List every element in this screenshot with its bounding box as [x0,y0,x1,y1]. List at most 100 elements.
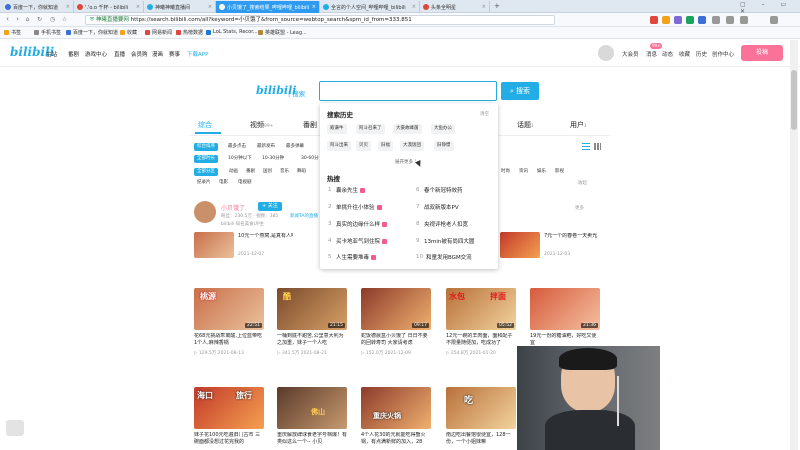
hot-search-item[interactable]: 4 买卡地亚气到住院 [328,237,388,245]
clear-history[interactable]: 清空 [480,111,489,117]
close-icon[interactable]: × [482,4,486,10]
avatar[interactable] [598,45,614,61]
video-thumbnail[interactable]: 海口 旅行 [194,387,264,429]
video-thumbnail[interactable]: 佛山 [277,387,347,429]
history-chip[interactable]: 殿谦牛 [327,124,347,134]
upload-button[interactable]: 投稿 [741,45,783,61]
hot-search-item[interactable]: 9 13min被有尚四大圆 [416,237,474,245]
hot-search-item[interactable]: 1 囊余先生 [328,186,366,194]
bookmark-item[interactable]: LoL Stats, Recor... [206,29,258,35]
zone-option[interactable]: 电影 [216,179,231,187]
history-chip[interactable]: 贝贝 [356,141,371,151]
tab-video[interactable]: 视频99+ [250,120,274,130]
video-thumbnail[interactable] [194,232,234,258]
zone-option[interactable]: 影视 [552,168,567,176]
zone-option[interactable]: 番剧 [243,168,258,176]
history-chip[interactable]: 阿斗出来 [327,141,351,151]
browser-tab[interactable]: 全言的个人空间_哔哩哔哩_bilibili × [320,1,420,13]
user-live-link[interactable]: 新闻TA的直播 [290,213,318,219]
sort-option[interactable]: 综合排序 [194,143,218,151]
zone-option[interactable]: 电视剧 [235,179,255,187]
zone-option[interactable]: 舞蹈 [294,168,309,176]
hot-search-item[interactable]: 5 人生需要堆毒 [328,253,377,261]
vip-link[interactable]: 大会员 [622,50,639,58]
nav-download-app[interactable]: 下载APP [187,50,208,58]
chevron-right-icon[interactable]: › [595,233,598,241]
bookmark-item[interactable]: 书签 [4,29,21,36]
search-input[interactable] [319,81,497,101]
browser-tab[interactable]: 神曦神曦直播间 × [144,1,216,13]
extension-icon[interactable] [650,16,658,24]
hot-search-item[interactable]: 8 央视评枪老人扣宽 [416,220,468,228]
address-bar[interactable]: ⛨ 神曦直播要网 https://search.bilibili.com/all… [85,15,555,25]
collapse-filters[interactable]: 收起 [578,180,587,186]
zone-option[interactable]: 动画 [226,168,241,176]
menu-icon[interactable] [740,16,748,24]
back-icon[interactable]: ‹ [3,15,12,24]
bookmark-item[interactable]: 收藏 [120,29,137,36]
video-title[interactable]: 蛇饭德晨盒小贝饿了 日日不要的回转寿司 大家请考虑 [361,333,431,346]
sort-option[interactable]: 最多点击 [225,143,249,151]
home-icon[interactable]: ⌂ [23,15,32,24]
star-icon[interactable]: ☆ [60,15,69,24]
nav-live[interactable]: 直播 [114,50,125,58]
creator-center-link[interactable]: 创作中心 [712,50,734,58]
history-chip[interactable]: 大豪故峰菌 [393,124,422,134]
video-thumbnail[interactable]: 吃 [446,387,516,429]
zone-option[interactable]: 纪录片 [194,179,214,187]
bookmark-item[interactable]: 手机书签 [34,29,61,36]
expand-more[interactable]: 展开更多 ˅ [395,159,417,165]
extension-icon[interactable] [674,16,682,24]
tab-bangumi[interactable]: 番剧 [303,120,317,130]
history-chip[interactable]: 大鱼办公 [431,124,455,134]
nav-comic[interactable]: 漫画 [152,50,163,58]
video-title[interactable]: 7元一个的春卷一天卖光 [544,233,599,240]
video-thumbnail[interactable]: 酷 21:15 [277,288,347,330]
forward-icon[interactable]: › [13,15,22,24]
zone-option[interactable]: 时尚 [498,168,513,176]
browser-tab-active[interactable]: 小贝饿了_搜索结果_哔哩哔哩_bilibili × [216,1,320,13]
video-thumbnail[interactable]: 09:17 [361,288,431,330]
follow-button[interactable]: + 关注 [258,202,282,211]
video-title[interactable]: 妹子花100元吃遍旧门古市 三碗面都没想过花完我的 [194,432,264,445]
messages-link[interactable]: 消息 [646,50,657,58]
scrollbar-thumb[interactable] [791,70,797,130]
close-icon[interactable]: × [136,4,140,10]
duration-option[interactable]: 全部时长 [194,155,218,163]
grid-icon[interactable] [726,16,734,24]
tab-all[interactable]: 综合 [198,120,212,130]
history-link[interactable]: 历史 [696,50,707,58]
video-thumbnail[interactable]: 重庆火锅 [361,387,431,429]
zone-option[interactable]: 音乐 [277,168,292,176]
bookmark-item[interactable]: 热榜数据 [176,29,203,36]
video-thumbnail[interactable]: 21:36 [530,288,600,330]
duration-option[interactable]: 10分钟以下 [225,155,255,163]
video-title[interactable]: 4个人花30的元就能吃得蟹火锅，有点满新鲜的加入，28 [361,432,431,445]
search-button[interactable]: ⌕ 搜索 [501,82,539,100]
bookmark-item[interactable]: 网易新闻 [145,29,172,36]
close-icon[interactable]: × [312,4,316,10]
download-icon[interactable] [712,16,720,24]
video-thumbnail[interactable] [500,232,540,258]
zone-option[interactable]: 国创 [260,168,275,176]
zone-option[interactable]: 全部分区 [194,168,218,176]
user-avatar[interactable] [194,201,216,223]
video-thumbnail[interactable]: 水包 拌面 05:52 [446,288,516,330]
extension-icon[interactable] [686,16,694,24]
zone-option[interactable]: 资讯 [516,168,531,176]
browser-tab[interactable]: 头条全明星 × [420,1,490,13]
hot-search-item[interactable]: 6 春个新冠特效药 [416,186,463,194]
nav-esports[interactable]: 赛事 [169,50,180,58]
favorites-link[interactable]: 收藏 [679,50,690,58]
new-tab-icon[interactable]: + [494,2,500,10]
close-icon[interactable]: × [412,4,416,10]
hot-search-item[interactable]: 10 和童发用BGM交流 [416,253,472,261]
video-title[interactable]: 南边吃出餐馆很便宜，128一份，一个小姐妹嘛 [446,432,516,445]
reload-icon[interactable]: ↻ [35,15,44,24]
bookmark-item[interactable]: 百度一下，你就知道 [66,29,118,36]
browser-tab[interactable]: '.'o.o 千杯 - bilibili × [74,1,144,13]
extension-icon[interactable] [662,16,670,24]
sort-option[interactable]: 最新发布 [254,143,278,151]
video-title[interactable]: 重庆解放碑球食老字号档爆！有类似这么一个-- 小贝 [277,432,347,445]
dynamics-link[interactable]: 动态 [662,50,673,58]
